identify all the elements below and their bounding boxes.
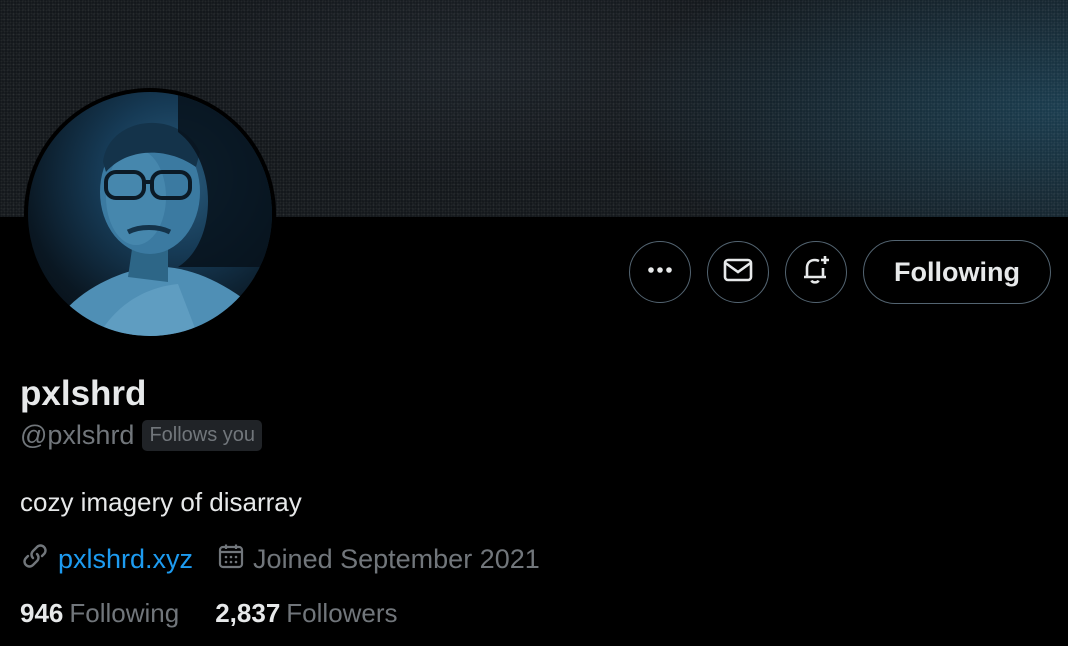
more-button[interactable] (629, 241, 692, 303)
profile-actions: Following (629, 240, 1051, 304)
more-horizontal-icon (645, 255, 675, 290)
followers-label: Followers (286, 598, 398, 628)
followers-count: 2,837 (215, 598, 281, 628)
joined-item: Joined September 2021 (217, 542, 540, 577)
envelope-icon (722, 254, 754, 291)
display-name: pxlshrd (20, 374, 147, 413)
bell-plus-icon (799, 253, 833, 292)
following-stat[interactable]: 946 Following (20, 598, 179, 629)
handle-row: @pxlshrd Follows you (20, 420, 263, 451)
notifications-button[interactable] (785, 241, 848, 303)
joined-date: Joined September 2021 (253, 544, 540, 574)
profile-stats: 946 Following 2,837 Followers (20, 598, 434, 629)
following-count: 946 (20, 598, 64, 628)
following-button[interactable]: Following (863, 240, 1051, 304)
following-label: Following (69, 598, 180, 628)
calendar-icon (217, 542, 245, 577)
website-item: pxlshrd.xyz (20, 541, 193, 578)
avatar-image (28, 92, 272, 336)
profile-meta: pxlshrd.xyz Joined September 2021 (20, 541, 564, 578)
follows-you-badge: Follows you (142, 420, 263, 451)
avatar[interactable] (24, 88, 276, 340)
followers-stat[interactable]: 2,837 Followers (215, 598, 397, 629)
bio: cozy imagery of disarray (20, 487, 302, 517)
website-link[interactable]: pxlshrd.xyz (58, 544, 193, 575)
profile-page: Following pxlshrd @pxlshrd Follows you c… (0, 0, 1068, 646)
user-handle: @pxlshrd (20, 420, 135, 450)
message-button[interactable] (707, 241, 770, 303)
link-icon (20, 541, 50, 578)
